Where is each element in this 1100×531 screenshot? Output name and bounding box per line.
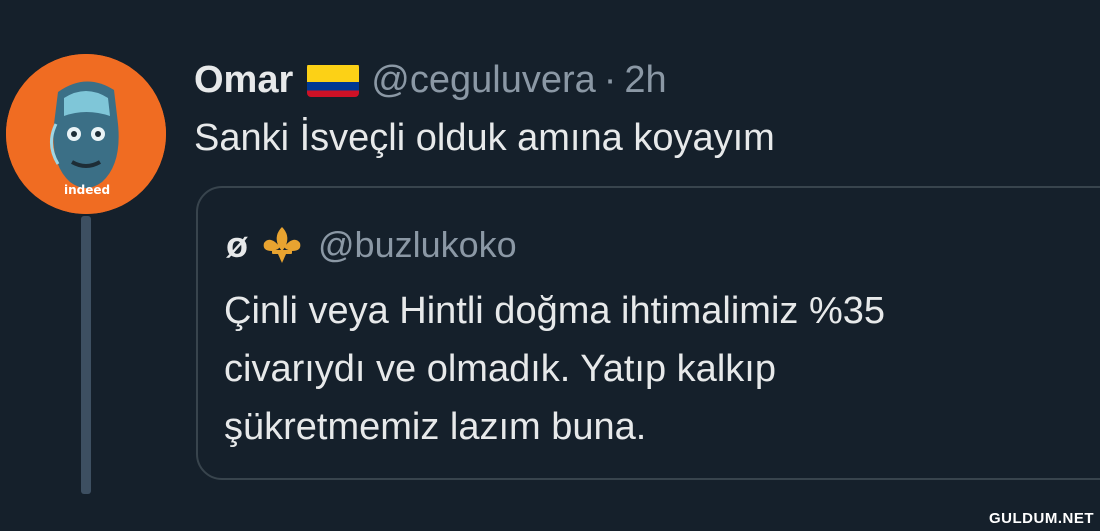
user-handle[interactable]: @ceguluvera: [371, 56, 595, 104]
svg-text:indeed: indeed: [64, 183, 110, 197]
avatar-illustration-icon: indeed: [6, 54, 166, 214]
thread-line: [81, 216, 91, 494]
quoted-tweet-text: Çinli veya Hintli doğma ihtimalimiz %35 …: [224, 282, 1084, 456]
tweet: indeed Omar @ceguluvera · 2h Sanki İsveç…: [0, 0, 1100, 531]
quoted-user-handle[interactable]: @buzlukoko: [318, 222, 517, 268]
quoted-text-line: Çinli veya Hintli doğma ihtimalimiz %35: [224, 290, 886, 332]
quoted-tweet-header: ø @buzlukoko: [226, 222, 517, 268]
fleur-de-lis-icon: [260, 223, 304, 267]
quoted-text-line: şükretmemiz lazım buna.: [224, 406, 647, 448]
watermark: GULDUM.NET: [989, 510, 1094, 527]
timestamp[interactable]: 2h: [624, 56, 666, 104]
colombia-flag-icon: [307, 63, 360, 97]
tweet-text: Sanki İsveçli olduk amına koyayım: [194, 117, 775, 159]
quoted-display-name: ø: [226, 224, 248, 265]
display-name[interactable]: Omar: [194, 56, 293, 104]
quoted-tweet-card[interactable]: ø @buzlukoko Çinli veya Hintli doğma iht…: [196, 186, 1100, 480]
separator-dot: ·: [603, 59, 617, 101]
quoted-text-line: civarıydı ve olmadık. Yatıp kalkıp: [224, 348, 776, 390]
tweet-header: Omar @ceguluvera · 2h: [194, 56, 667, 104]
avatar[interactable]: indeed: [6, 54, 166, 214]
